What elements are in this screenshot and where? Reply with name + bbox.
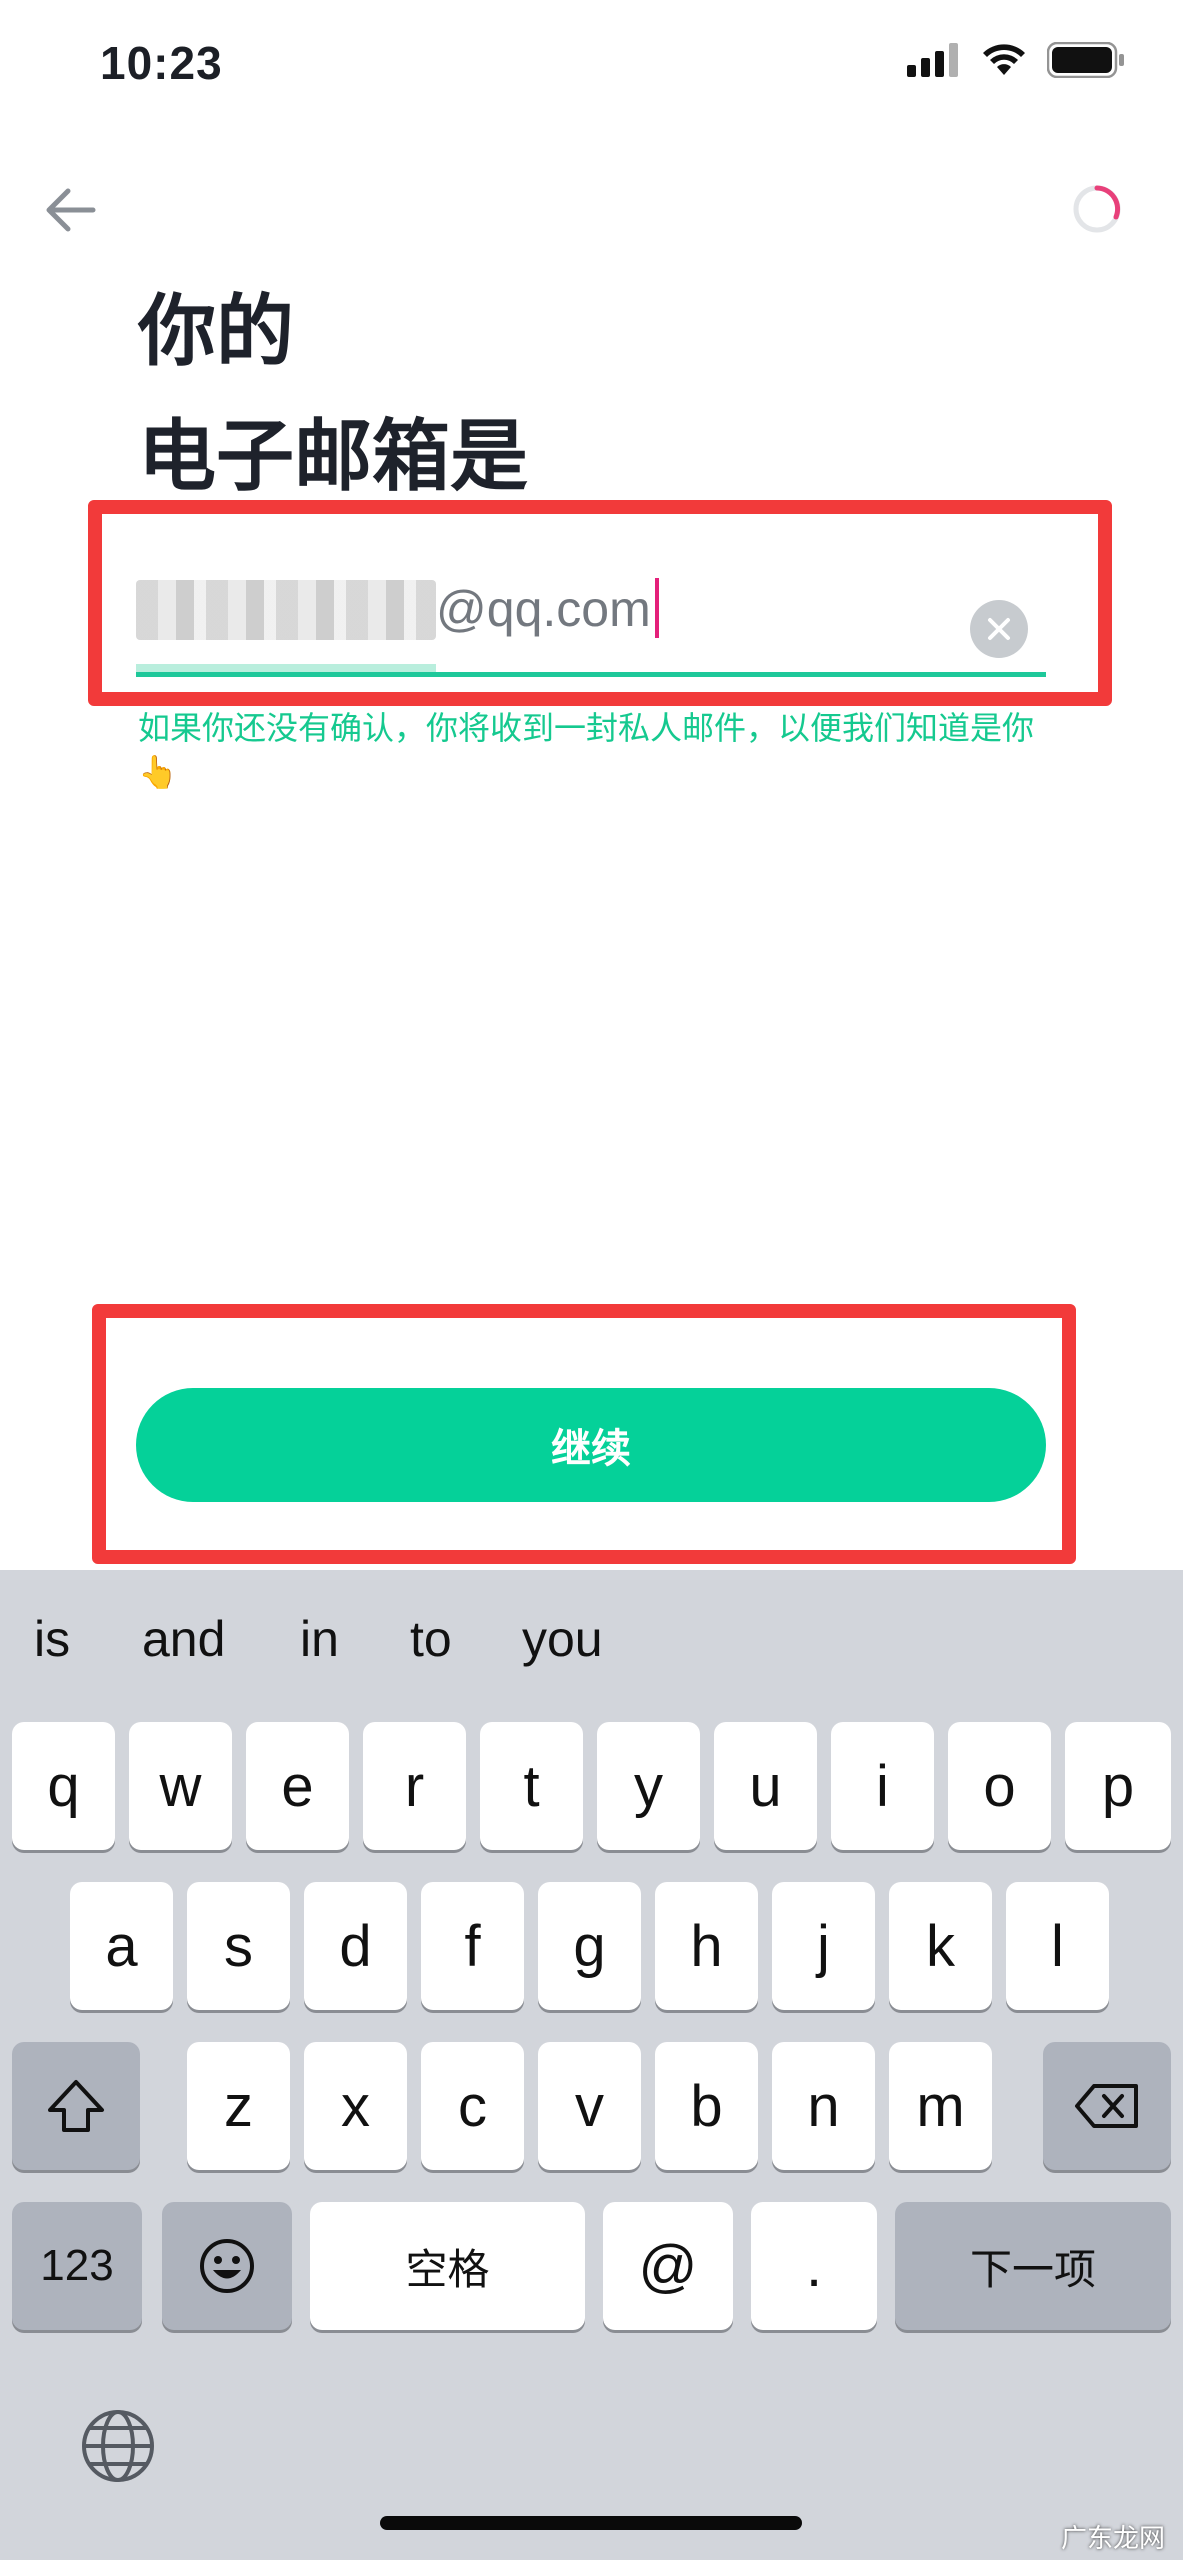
key-o[interactable]: o bbox=[948, 1722, 1051, 1850]
suggestion-item[interactable]: is bbox=[34, 1610, 70, 1668]
key-r[interactable]: r bbox=[363, 1722, 466, 1850]
key-w[interactable]: w bbox=[129, 1722, 232, 1850]
backspace-icon bbox=[1075, 2084, 1138, 2128]
progress-ring-icon bbox=[1073, 185, 1121, 233]
space-key[interactable]: 空格 bbox=[310, 2202, 585, 2330]
wifi-icon bbox=[983, 44, 1025, 75]
key-h[interactable]: h bbox=[655, 1882, 758, 2010]
key-n[interactable]: n bbox=[772, 2042, 875, 2170]
home-indicator bbox=[380, 2516, 802, 2530]
status-time: 10:23 bbox=[100, 37, 223, 89]
key-f[interactable]: f bbox=[421, 1882, 524, 2010]
suggestion-item[interactable]: you bbox=[522, 1610, 603, 1668]
key-k[interactable]: k bbox=[889, 1882, 992, 2010]
key-u[interactable]: u bbox=[714, 1722, 817, 1850]
annotation-box-continue bbox=[92, 1304, 1076, 1564]
key-v[interactable]: v bbox=[538, 2042, 641, 2170]
key-q[interactable]: q bbox=[12, 1722, 115, 1850]
battery-icon bbox=[1047, 42, 1124, 78]
suggestion-item[interactable]: in bbox=[300, 1610, 339, 1668]
key-m[interactable]: m bbox=[889, 2042, 992, 2170]
emoji-key[interactable] bbox=[162, 2202, 292, 2330]
shift-icon bbox=[48, 2080, 104, 2132]
keyboard: is and in to you q w e r t y u i o p a s… bbox=[0, 1570, 1183, 2560]
globe-icon[interactable] bbox=[80, 2408, 156, 2484]
suggestion-item[interactable]: to bbox=[410, 1610, 452, 1668]
backspace-key[interactable] bbox=[1043, 2042, 1171, 2170]
at-key[interactable]: @ bbox=[603, 2202, 733, 2330]
key-p[interactable]: p bbox=[1065, 1722, 1171, 1850]
numbers-key[interactable]: 123 bbox=[12, 2202, 142, 2330]
key-a[interactable]: a bbox=[70, 1882, 173, 2010]
next-key[interactable]: 下一项 bbox=[895, 2202, 1171, 2330]
key-g[interactable]: g bbox=[538, 1882, 641, 2010]
shift-key[interactable] bbox=[12, 2042, 140, 2170]
key-z[interactable]: z bbox=[187, 2042, 290, 2170]
key-i[interactable]: i bbox=[831, 1722, 934, 1850]
title-line-1: 你的 bbox=[138, 287, 295, 377]
arrow-left-icon bbox=[46, 188, 96, 232]
cellular-signal-icon bbox=[907, 43, 958, 77]
back-button[interactable] bbox=[40, 180, 100, 240]
page-title: 你的 电子邮箱是 bbox=[138, 270, 528, 520]
key-x[interactable]: x bbox=[304, 2042, 407, 2170]
hint-text: 如果你还没有确认，你将收到一封私人邮件，以便我们知道是你👆 bbox=[138, 709, 1035, 791]
key-d[interactable]: d bbox=[304, 1882, 407, 2010]
key-t[interactable]: t bbox=[480, 1722, 583, 1850]
key-j[interactable]: j bbox=[772, 1882, 875, 2010]
key-b[interactable]: b bbox=[655, 2042, 758, 2170]
key-s[interactable]: s bbox=[187, 1882, 290, 2010]
key-e[interactable]: e bbox=[246, 1722, 349, 1850]
suggestion-item[interactable]: and bbox=[142, 1610, 225, 1668]
key-y[interactable]: y bbox=[597, 1722, 700, 1850]
keyboard-suggestions: is and in to you bbox=[0, 1610, 1183, 1690]
status-icons bbox=[907, 42, 1125, 78]
annotation-box-email bbox=[88, 500, 1112, 706]
key-c[interactable]: c bbox=[421, 2042, 524, 2170]
emoji-icon bbox=[200, 2239, 254, 2293]
key-l[interactable]: l bbox=[1006, 1882, 1109, 2010]
watermark-text: 广东龙网 bbox=[1060, 2524, 1165, 2554]
dot-key[interactable]: . bbox=[751, 2202, 877, 2330]
